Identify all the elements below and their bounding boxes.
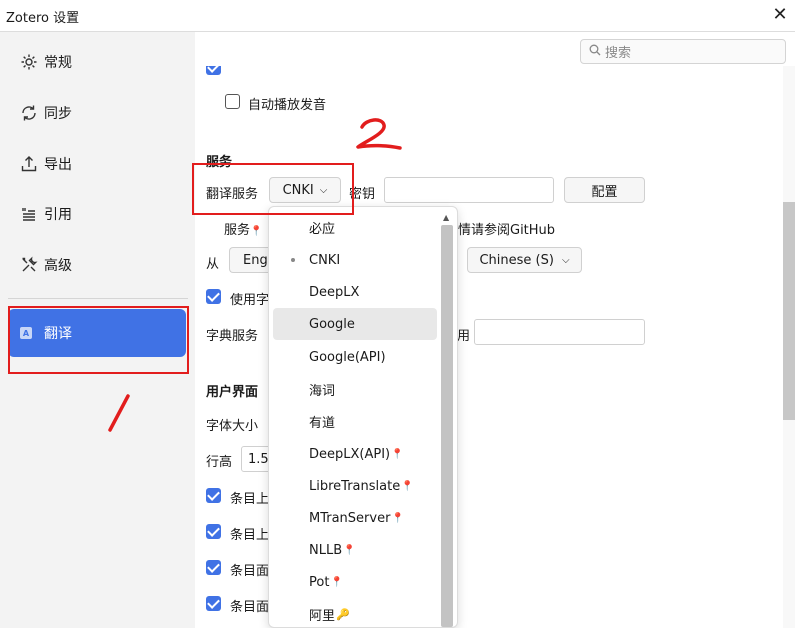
sidebar-item-export[interactable]: 导出 (8, 143, 186, 185)
dropdown-item[interactable]: 必应 (273, 212, 437, 242)
partial-checkbox[interactable] (206, 66, 221, 75)
sidebar-item-label: 导出 (44, 157, 72, 173)
item-label-2: 条目上 (230, 528, 270, 543)
search-placeholder: 搜索 (605, 46, 632, 61)
key-input[interactable] (384, 177, 554, 203)
cite-icon (20, 205, 38, 223)
item-checkbox-2[interactable] (206, 524, 221, 539)
item-checkbox-3[interactable] (206, 560, 221, 575)
sidebar-item-label: 常规 (44, 55, 72, 71)
scroll-up-icon[interactable]: ▲ (443, 213, 449, 222)
window-titlebar: Zotero 设置 ✕ (0, 0, 795, 32)
pin-icon: 📍 (391, 448, 404, 460)
dropdown-item[interactable]: Pot 📍 (273, 567, 437, 597)
dropdown-item[interactable]: 海词 (273, 374, 437, 404)
dropdown-item[interactable]: MTranServer 📍 (273, 503, 437, 533)
scrollbar-thumb[interactable] (783, 202, 795, 420)
use-label: 使用字 (230, 293, 270, 308)
dropdown-item[interactable]: Google(API) (273, 342, 437, 372)
sidebar-item-advanced[interactable]: 高级 (8, 244, 186, 286)
ui-heading: 用户界面 (206, 385, 259, 400)
item-label-1: 条目上 (230, 492, 270, 507)
sidebar-item-cite[interactable]: 引用 (8, 193, 186, 235)
export-icon (20, 155, 38, 173)
font-size-label: 字体大小 (206, 419, 259, 434)
annotation-box-service (192, 163, 354, 215)
pin-icon: 📍 (391, 512, 404, 524)
sidebar-item-label: 高级 (44, 258, 72, 274)
tools-icon (20, 256, 38, 274)
dropdown-item[interactable]: DeepLX (273, 277, 437, 307)
pin-icon: 📍 (343, 544, 356, 556)
dict-service-label: 字典服务 (206, 329, 259, 344)
sidebar-item-general[interactable]: 常规 (8, 41, 186, 83)
chevron-down-icon: ⌵ (561, 254, 570, 266)
pin-icon: 📍 (250, 226, 263, 237)
line-height-label: 行高 (206, 455, 233, 470)
selected-dot-icon (291, 258, 295, 262)
dropdown-item-selected[interactable]: CNKI (273, 245, 437, 275)
dropdown-item[interactable]: NLLB 📍 (273, 535, 437, 565)
search-icon (589, 44, 601, 59)
annotation-number-2: 2 (356, 118, 402, 150)
dropdown-item[interactable]: 有道 (273, 406, 437, 436)
config-button[interactable]: 配置 (564, 177, 645, 203)
service-note-prefix: 服务📍 (224, 223, 263, 238)
autoplay-checkbox[interactable] (225, 94, 240, 109)
content-scrollbar[interactable] (783, 66, 795, 628)
autoplay-label: 自动播放发音 (248, 98, 327, 113)
annotation-number-1: 1 (108, 394, 130, 432)
use-checkbox[interactable] (206, 289, 221, 304)
search-input[interactable]: 搜索 (580, 39, 786, 64)
pin-icon: 📍 (401, 480, 414, 492)
annotation-box-translate (8, 306, 189, 374)
item-label-3: 条目面 (230, 564, 270, 579)
window-title: Zotero 设置 (6, 11, 80, 26)
dict-input[interactable] (474, 319, 645, 345)
from-label: 从 (206, 257, 220, 272)
sync-icon (20, 104, 38, 122)
to-language-value: Chinese (S) (479, 252, 554, 268)
item-checkbox-4[interactable] (206, 596, 221, 611)
dropdown-scrollbar-thumb[interactable] (441, 225, 453, 627)
key-icon: 🔑 (336, 607, 350, 621)
dropdown-item[interactable]: DeepLX(API) 📍 (273, 439, 437, 469)
item-label-4: 条目面 (230, 600, 270, 615)
pin-icon: 📍 (330, 576, 343, 588)
dropdown-item[interactable]: LibreTranslate 📍 (273, 471, 437, 501)
close-icon[interactable]: ✕ (769, 4, 791, 26)
sidebar-item-label: 同步 (44, 106, 72, 122)
dict-suffix: 用 (457, 329, 471, 344)
item-checkbox-1[interactable] (206, 488, 221, 503)
to-language-select[interactable]: Chinese (S) ⌵ (467, 247, 582, 273)
sidebar-divider (8, 298, 188, 299)
line-height-input[interactable]: 1.5 (241, 446, 271, 472)
service-dropdown: 必应 CNKI DeepLX Google Google(API) 海词 有道 … (268, 206, 458, 628)
dropdown-scrollbar[interactable]: ▲ (441, 213, 453, 627)
service-note-suffix: 情请参阅GitHub (458, 223, 556, 238)
dropdown-item[interactable]: 阿里 🔑 (273, 599, 437, 627)
gear-icon (20, 53, 38, 71)
sidebar-item-sync[interactable]: 同步 (8, 92, 186, 134)
dropdown-item-hover[interactable]: Google (273, 308, 437, 340)
sidebar-item-label: 引用 (44, 207, 72, 223)
from-language-select[interactable]: Eng (229, 247, 269, 273)
